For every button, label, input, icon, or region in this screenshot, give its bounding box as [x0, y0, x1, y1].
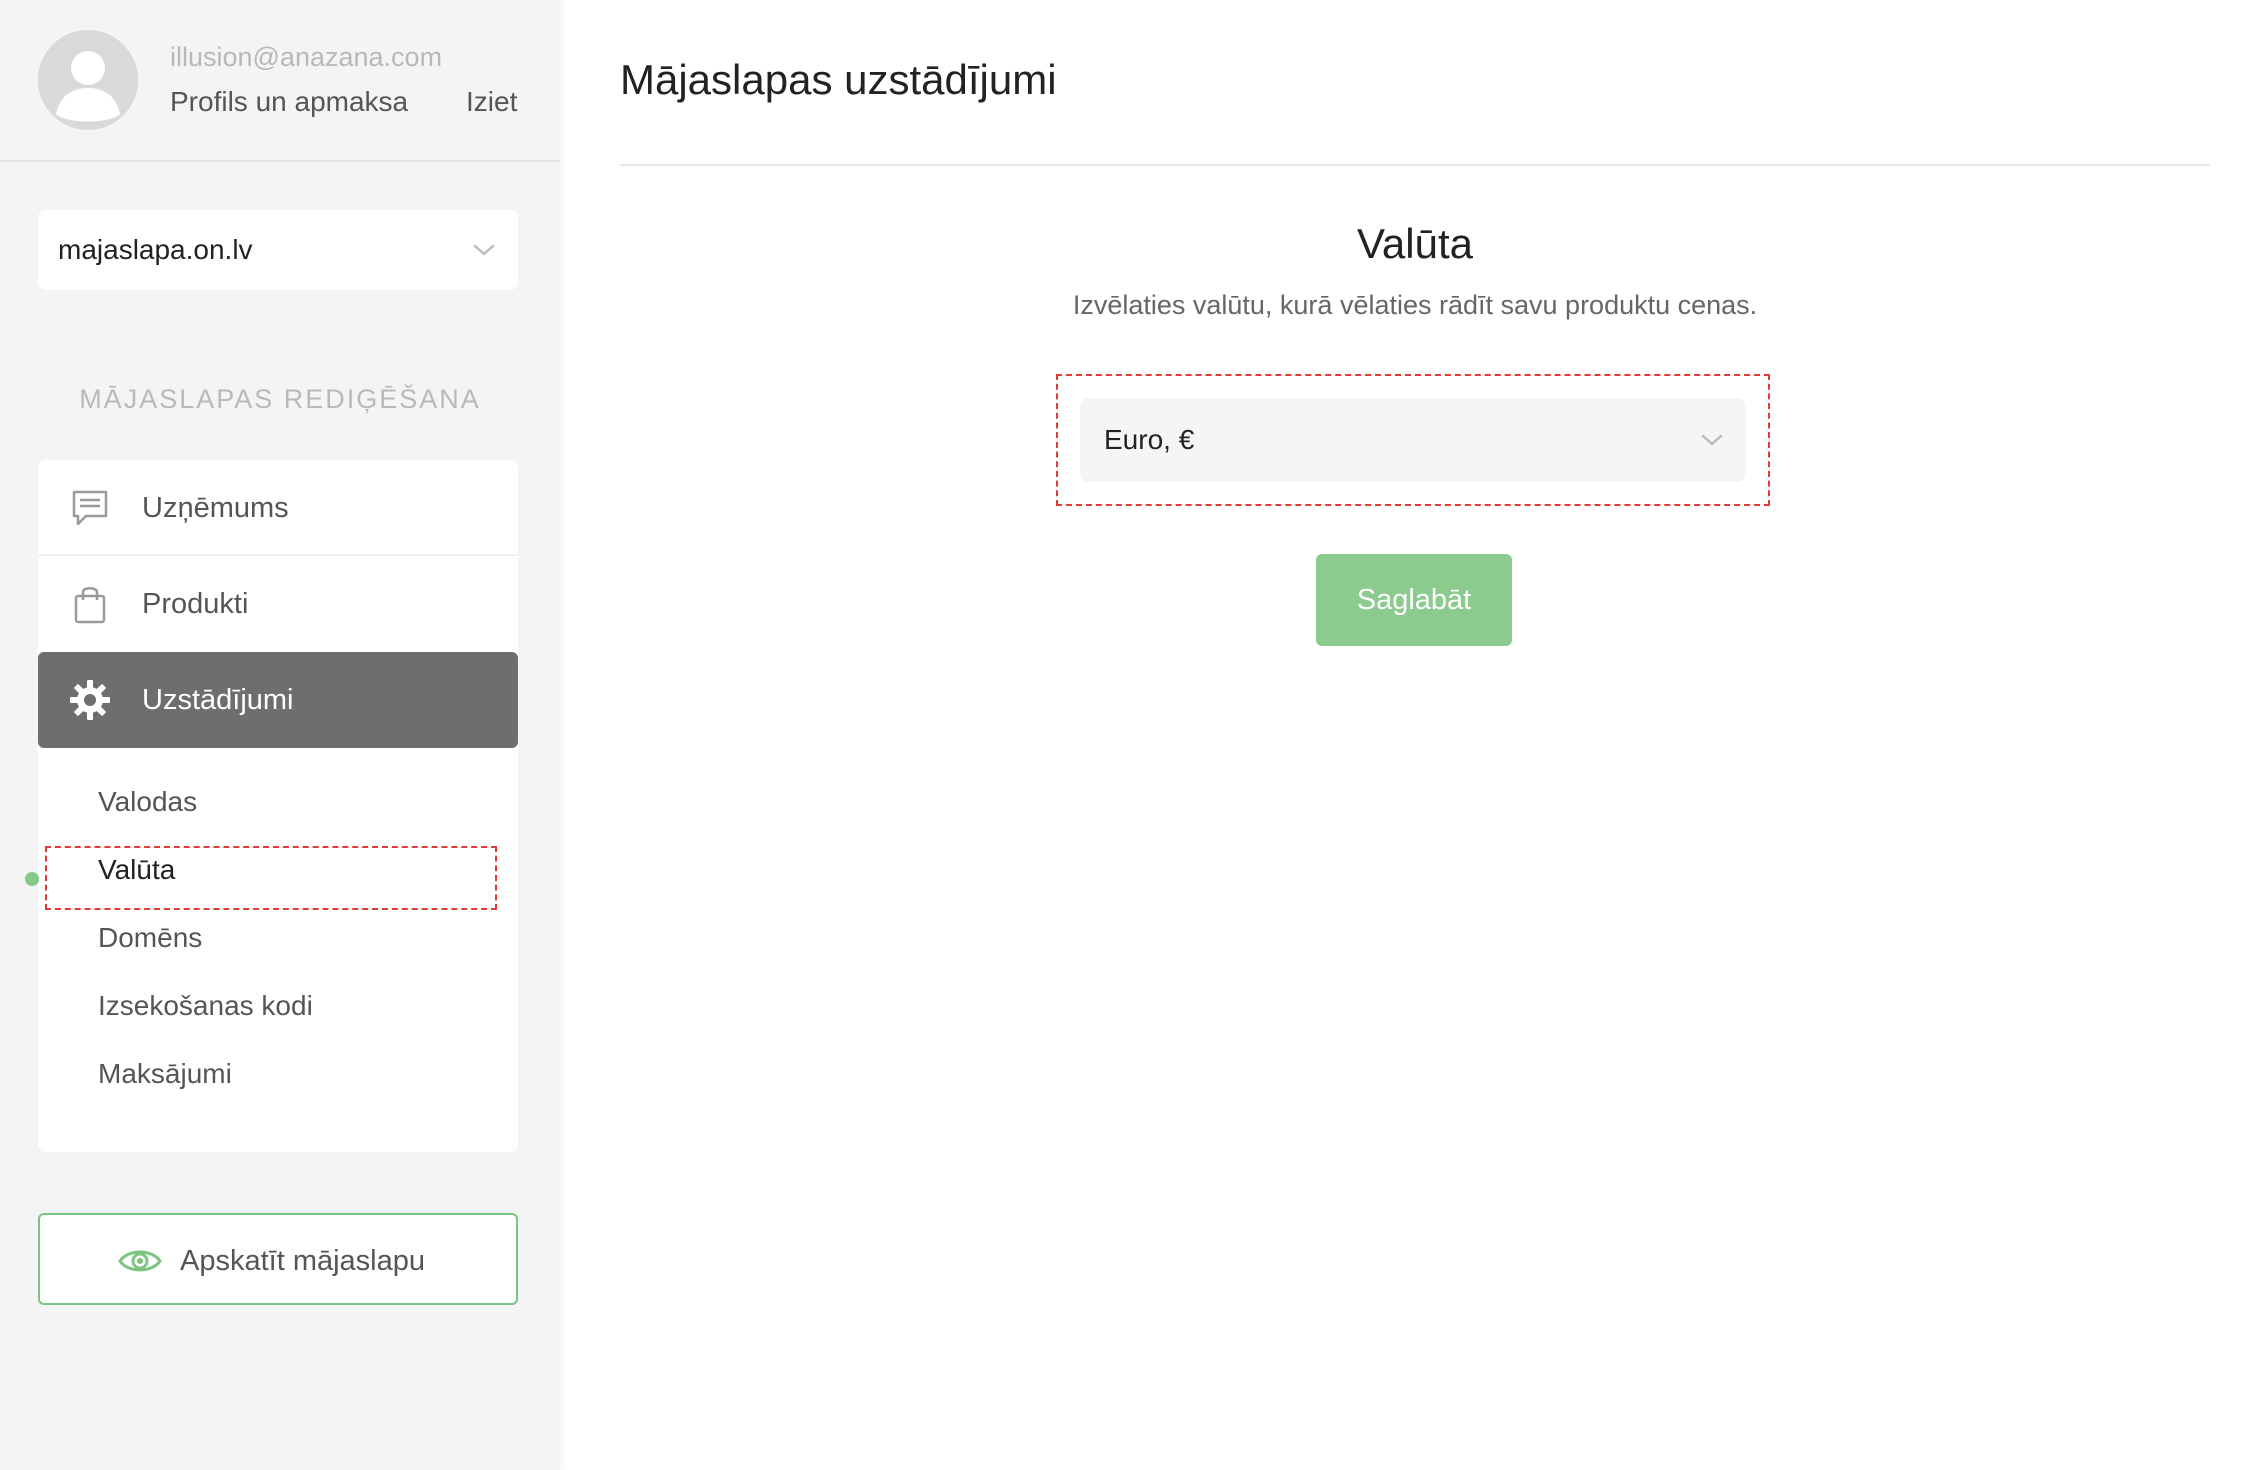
section-heading: MĀJASLAPAS REDIĢĒŠANA: [79, 384, 481, 414]
nav-item-company[interactable]: Uzņēmums: [38, 460, 518, 556]
site-selector-value: majaslapa.on.lv: [58, 234, 253, 265]
page-title: Mājaslapas uzstādījumi: [620, 56, 1057, 103]
section-description: Izvēlaties valūtu, kurā vēlaties rādīt s…: [1072, 290, 1758, 320]
avatar-icon[interactable]: [38, 30, 138, 130]
divider: [620, 164, 2210, 166]
site-selector[interactable]: majaslapa.on.lv: [38, 210, 518, 290]
user-block: illusion@anazana.com Profils un apmaksa …: [0, 0, 560, 162]
view-site-label: Apskatīt mājaslapu: [180, 1245, 426, 1277]
section-title: Valūta: [1357, 220, 1473, 267]
chat-icon: [68, 486, 112, 530]
nav-item-products[interactable]: Produkti: [38, 556, 518, 652]
nav-item-label: Produkti: [142, 588, 249, 620]
nav-card: Uzņēmums Produkti Uzstādījumi Valodas Va…: [38, 460, 518, 1152]
nav-item-label: Uzstādījumi: [142, 684, 294, 716]
selected-dot-icon: [25, 872, 39, 886]
shopping-bag-icon: [68, 582, 112, 626]
gear-icon: [68, 678, 112, 722]
currency-select-value: Euro, €: [1104, 424, 1195, 455]
save-button[interactable]: Saglabāt: [1316, 554, 1512, 646]
nav-item-label: Uzņēmums: [142, 492, 289, 524]
currency-select[interactable]: Euro, €: [1080, 398, 1746, 482]
sub-item-languages[interactable]: Valodas: [98, 786, 197, 818]
sidebar: illusion@anazana.com Profils un apmaksa …: [0, 0, 560, 1470]
chevron-down-icon: [473, 244, 495, 256]
nav-item-settings[interactable]: Uzstādījumi: [38, 652, 518, 748]
logout-link[interactable]: Iziet: [466, 86, 517, 118]
view-site-button[interactable]: Apskatīt mājaslapu: [38, 1213, 518, 1305]
sub-item-domain[interactable]: Domēns: [98, 922, 202, 954]
user-email: illusion@anazana.com: [170, 42, 443, 72]
currency-item-highlight: [45, 846, 497, 910]
profile-and-billing-link[interactable]: Profils un apmaksa: [170, 86, 408, 118]
chevron-down-icon: [1701, 434, 1723, 446]
eye-icon: [118, 1241, 162, 1281]
sub-item-payments[interactable]: Maksājumi: [98, 1058, 232, 1090]
sub-item-tracking-codes[interactable]: Izsekošanas kodi: [98, 990, 313, 1022]
